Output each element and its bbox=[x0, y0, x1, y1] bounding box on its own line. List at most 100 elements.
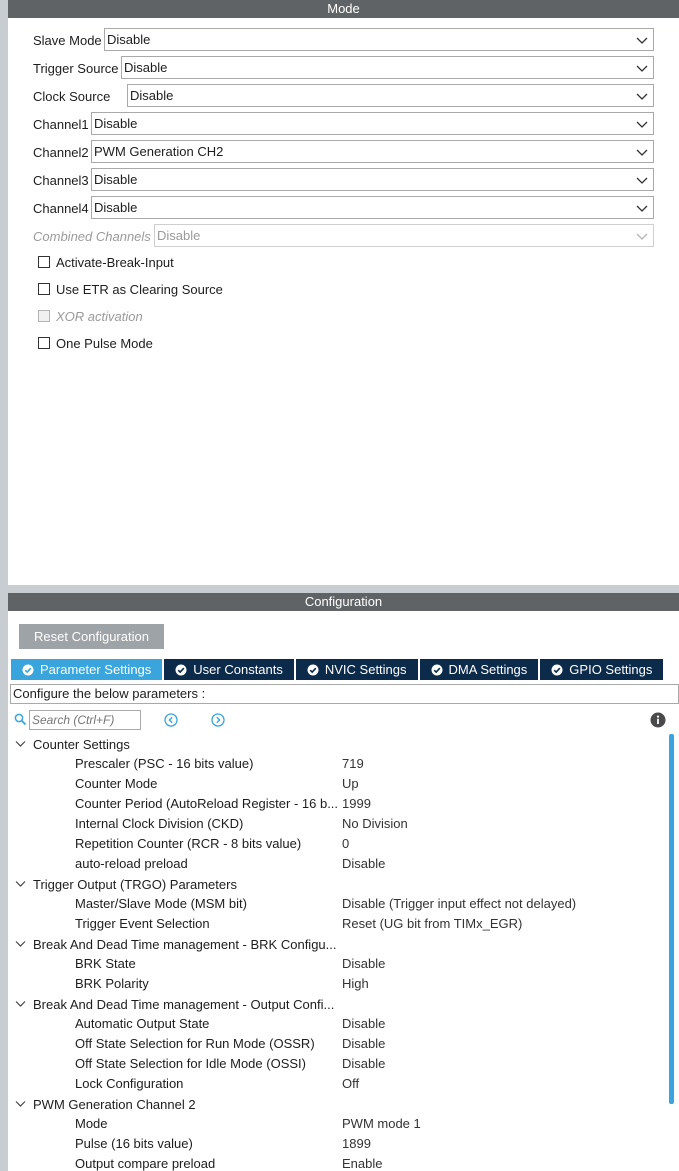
param-row[interactable]: Pulse (16 bits value) 1899 bbox=[8, 1134, 668, 1154]
tab-nvic-settings[interactable]: NVIC Settings bbox=[295, 659, 418, 680]
tree-group[interactable]: Break And Dead Time management - BRK Con… bbox=[8, 934, 668, 954]
trigger-source-select[interactable]: Disable bbox=[121, 56, 654, 79]
param-name: Master/Slave Mode (MSM bit) bbox=[75, 896, 247, 911]
prev-icon[interactable] bbox=[164, 713, 178, 727]
reset-configuration-button[interactable]: Reset Configuration bbox=[19, 624, 164, 649]
activate-break-input-checkbox[interactable]: Activate-Break-Input bbox=[38, 253, 174, 271]
tree-group[interactable]: Trigger Output (TRGO) Parameters bbox=[8, 874, 668, 894]
param-row[interactable]: Counter Mode Up bbox=[8, 774, 668, 794]
panel-splitter[interactable] bbox=[8, 585, 679, 593]
group-title: Counter Settings bbox=[33, 736, 130, 752]
config-description: Configure the below parameters : bbox=[10, 684, 679, 704]
param-name: auto-reload preload bbox=[75, 856, 188, 871]
clock-source-select[interactable]: Disable bbox=[127, 84, 654, 107]
param-row[interactable]: Mode PWM mode 1 bbox=[8, 1114, 668, 1134]
param-value[interactable]: Disable bbox=[342, 956, 385, 971]
tree-collapse-icon[interactable] bbox=[15, 739, 26, 749]
check-circle-icon bbox=[175, 664, 187, 676]
param-row[interactable]: Off State Selection for Run Mode (OSSR) D… bbox=[8, 1034, 668, 1054]
tree-collapse-icon[interactable] bbox=[15, 879, 26, 889]
param-value[interactable]: 0 bbox=[342, 836, 349, 851]
param-row[interactable]: Output compare preload Enable bbox=[8, 1154, 668, 1171]
param-value[interactable]: 719 bbox=[342, 756, 364, 771]
use-etr-label: Use ETR as Clearing Source bbox=[56, 281, 223, 297]
param-value[interactable]: Up bbox=[342, 776, 359, 791]
param-value[interactable]: No Division bbox=[342, 816, 408, 831]
param-name: Prescaler (PSC - 16 bits value) bbox=[75, 756, 254, 771]
combined-channels-value: Disable bbox=[157, 228, 201, 243]
param-name: Mode bbox=[75, 1116, 108, 1131]
tab-gpio-settings[interactable]: GPIO Settings bbox=[540, 659, 664, 680]
param-row[interactable]: Counter Period (AutoReload Register - 16… bbox=[8, 794, 668, 814]
channel1-row: Channel1 Disable bbox=[33, 112, 654, 136]
param-name: Trigger Event Selection bbox=[75, 916, 210, 931]
param-value[interactable]: Reset (UG bit from TIMx_EGR) bbox=[342, 916, 522, 931]
tab-parameter-settings[interactable]: Parameter Settings bbox=[11, 659, 163, 680]
info-icon[interactable] bbox=[650, 712, 666, 728]
config-tabs: Parameter Settings User Constants NVIC S… bbox=[11, 659, 665, 680]
clock-source-label: Clock Source bbox=[33, 88, 111, 104]
param-value[interactable]: Disable bbox=[342, 1056, 385, 1071]
checkbox-box[interactable] bbox=[38, 283, 50, 295]
use-etr-checkbox[interactable]: Use ETR as Clearing Source bbox=[38, 280, 223, 298]
clock-source-value: Disable bbox=[130, 88, 174, 103]
search-row bbox=[14, 710, 674, 730]
chevron-down-icon bbox=[636, 62, 648, 74]
channel3-select[interactable]: Disable bbox=[91, 168, 654, 191]
tab-user-constants[interactable]: User Constants bbox=[164, 659, 294, 680]
tree-collapse-icon[interactable] bbox=[15, 999, 26, 1009]
channel4-select[interactable]: Disable bbox=[91, 196, 654, 219]
param-value[interactable]: Disable bbox=[342, 1016, 385, 1031]
tree-collapse-icon[interactable] bbox=[15, 939, 26, 949]
tree-group[interactable]: Counter Settings bbox=[8, 734, 668, 754]
param-row[interactable]: Master/Slave Mode (MSM bit) Disable (Trig… bbox=[8, 894, 668, 914]
channel4-label: Channel4 bbox=[33, 200, 89, 216]
tree-collapse-icon[interactable] bbox=[15, 1099, 26, 1109]
channel2-row: Channel2 PWM Generation CH2 bbox=[33, 140, 654, 164]
activate-break-input-label: Activate-Break-Input bbox=[56, 254, 174, 270]
param-value[interactable]: Disable bbox=[342, 1036, 385, 1051]
next-icon[interactable] bbox=[211, 713, 225, 727]
tree-group[interactable]: Break And Dead Time management - Output … bbox=[8, 994, 668, 1014]
left-frame-strip bbox=[0, 0, 8, 1171]
param-row[interactable]: Lock Configuration Off bbox=[8, 1074, 668, 1094]
search-input[interactable] bbox=[29, 710, 141, 730]
param-row[interactable]: Automatic Output State Disable bbox=[8, 1014, 668, 1034]
param-name: Counter Period (AutoReload Register - 16… bbox=[75, 796, 339, 811]
tree-group[interactable]: PWM Generation Channel 2 bbox=[8, 1094, 668, 1114]
checkbox-box bbox=[38, 310, 50, 322]
group-title: Break And Dead Time management - BRK Con… bbox=[33, 936, 337, 952]
checkbox-box[interactable] bbox=[38, 337, 50, 349]
param-row[interactable]: BRK Polarity High bbox=[8, 974, 668, 994]
param-name: Off State Selection for Run Mode (OSSR) bbox=[75, 1036, 315, 1051]
param-name: Repetition Counter (RCR - 8 bits value) bbox=[75, 836, 302, 851]
channel1-select[interactable]: Disable bbox=[91, 112, 654, 135]
param-value[interactable]: Disable bbox=[342, 856, 385, 871]
one-pulse-mode-label: One Pulse Mode bbox=[56, 335, 153, 351]
param-value[interactable]: Disable (Trigger input effect not delaye… bbox=[342, 896, 576, 911]
param-row[interactable]: Repetition Counter (RCR - 8 bits value) 0 bbox=[8, 834, 668, 854]
param-value[interactable]: Enable bbox=[342, 1156, 382, 1171]
checkbox-box[interactable] bbox=[38, 256, 50, 268]
param-row[interactable]: Internal Clock Division (CKD) No Division bbox=[8, 814, 668, 834]
tab-dma-settings[interactable]: DMA Settings bbox=[419, 659, 539, 680]
param-value[interactable]: 1899 bbox=[342, 1136, 371, 1151]
param-row[interactable]: auto-reload preload Disable bbox=[8, 854, 668, 874]
param-row[interactable]: Prescaler (PSC - 16 bits value) 719 bbox=[8, 754, 668, 774]
param-row[interactable]: BRK State Disable bbox=[8, 954, 668, 974]
chevron-down-icon bbox=[636, 118, 648, 130]
vertical-scrollbar[interactable] bbox=[669, 734, 674, 1104]
slave-mode-select[interactable]: Disable bbox=[104, 28, 654, 51]
combined-channels-select: Disable bbox=[154, 224, 654, 247]
param-value[interactable]: 1999 bbox=[342, 796, 371, 811]
one-pulse-mode-checkbox[interactable]: One Pulse Mode bbox=[38, 334, 153, 352]
param-value[interactable]: High bbox=[342, 976, 369, 991]
slave-mode-label: Slave Mode bbox=[33, 32, 102, 48]
param-value[interactable]: Off bbox=[342, 1076, 359, 1091]
channel2-select[interactable]: PWM Generation CH2 bbox=[91, 140, 654, 163]
param-value[interactable]: PWM mode 1 bbox=[342, 1116, 421, 1131]
param-name: Counter Mode bbox=[75, 776, 158, 791]
param-row[interactable]: Off State Selection for Idle Mode (OSSI)… bbox=[8, 1054, 668, 1074]
param-row[interactable]: Trigger Event Selection Reset (UG bit fro… bbox=[8, 914, 668, 934]
chevron-down-icon bbox=[636, 146, 648, 158]
